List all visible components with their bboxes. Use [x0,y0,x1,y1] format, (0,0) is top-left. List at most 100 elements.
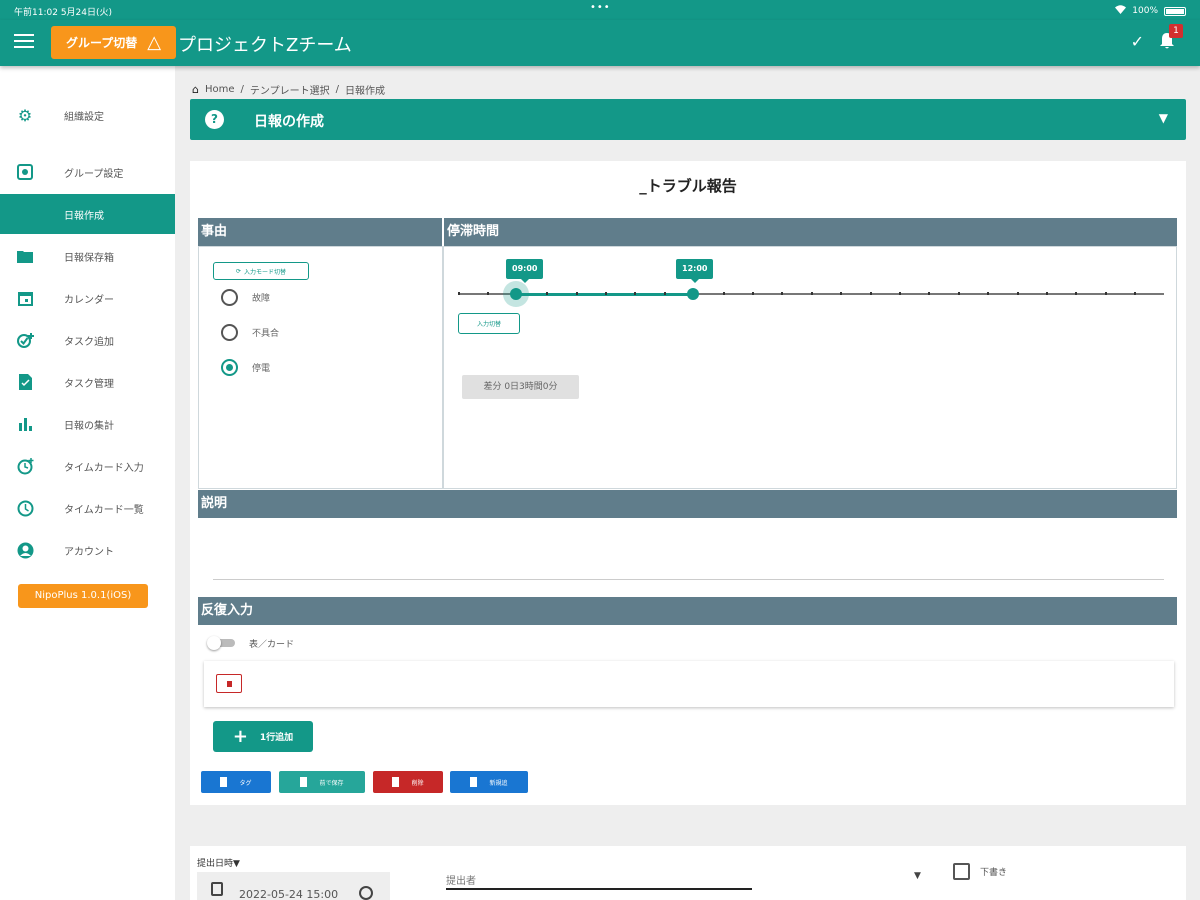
slider-tick [928,292,931,295]
save-button[interactable]: 前で保存 [279,771,365,793]
section-title: 日報の作成 [254,114,324,130]
new-button-label: 新規追 [489,779,508,787]
sidebar-item-label: 日報作成 [64,210,104,222]
slider-tick [810,292,813,295]
sidebar-item-calendar[interactable]: カレンダー [0,278,175,318]
sidebar-item-label: タイムカード一覧 [64,504,144,516]
submit-date-value: 2022-05-24 15:00 [239,888,339,900]
add-row-button[interactable]: + 1行追加 [213,721,313,752]
tag-button[interactable]: タグ [201,771,271,793]
submitter-select-underline [446,888,752,890]
input-mode-switch-label: 入力モード切替 [244,268,287,276]
sidebar-item-account[interactable]: アカウント [0,530,175,570]
multitask-dots-icon[interactable]: ••• [590,2,611,13]
submit-date-label[interactable]: 提出日時▼ [197,856,240,869]
slider-tick [840,292,843,295]
reason-header: 事由 [198,218,442,246]
slider-tick [663,292,666,295]
radio-label: 故障 [252,294,271,304]
bar-chart-icon [16,415,34,433]
dropdown-arrow-icon[interactable]: ▼ [914,871,921,881]
description-header: 説明 [198,490,1177,518]
clock-plus-icon [16,457,34,475]
sidebar-item-label: 組織設定 [64,111,104,123]
sidebar-item-label: タイムカード入力 [64,462,144,474]
calendar-icon [211,882,223,896]
delete-button[interactable]: 削除 [373,771,443,793]
breadcrumb-separator: / [240,84,244,95]
sidebar-item-report-storage[interactable]: 日報保存箱 [0,236,175,276]
draft-label: 下書き [980,868,1008,878]
sidebar: ⚙ 組織設定 グループ設定 日報作成 日報保存箱 カレンダー タスク追加 タスク… [0,66,175,900]
calendar-icon [16,289,34,307]
breadcrumb-current: 日報作成 [344,86,385,97]
sidebar-item-timecard-input[interactable]: タイムカード入力 [0,446,175,486]
clock-icon[interactable] [359,886,373,900]
clock-icon [16,499,34,517]
section-header[interactable]: ? 日報の作成 ▼ [190,99,1186,140]
sidebar-item-report-stats[interactable]: 日報の集計 [0,404,175,444]
radio-label: 不具合 [252,329,280,339]
delete-button-label: 削除 [411,779,424,787]
sidebar-item-org-settings[interactable]: ⚙ 組織設定 [0,95,175,135]
menu-icon[interactable] [14,34,34,50]
slider-tick [575,292,578,295]
repeat-row-card [204,661,1174,707]
check-icon[interactable]: ✓ [1131,32,1144,51]
notification-badge: 1 [1169,24,1183,38]
reason-radio-malfunction[interactable]: 不具合 [221,324,279,341]
chevron-down-icon[interactable]: ▼ [1159,111,1168,125]
app-title: プロジェクトZチーム [178,35,352,56]
document-icon [392,777,400,787]
folder-icon [16,247,34,265]
radio-circle [221,359,238,376]
submit-date-field[interactable]: 2022-05-24 15:00 [197,872,390,900]
status-time-date: 午前11:02 5月24日(火) [14,5,112,18]
delete-row-button[interactable] [216,674,242,693]
slider-tick [546,292,549,295]
slider-start-thumb[interactable] [510,288,522,300]
task-add-icon [16,331,34,349]
reason-radio-power-outage[interactable]: 停電 [221,359,270,376]
breadcrumb-template[interactable]: テンプレート選択 [250,82,330,97]
description-input[interactable] [213,530,1164,578]
table-card-toggle[interactable] [207,636,237,650]
document-icon [220,777,228,787]
gear-icon: ⚙ [17,105,33,125]
submitter-select-label[interactable]: 提出者 [446,872,476,887]
slider-end-thumb[interactable] [687,288,699,300]
sidebar-item-task-manage[interactable]: タスク管理 [0,362,175,402]
group-switch-button[interactable]: グループ切替 △ [51,26,176,59]
slider-tick [752,292,754,295]
input-mode-switch-button[interactable]: ⟳ 入力モード切替 [213,262,309,280]
sidebar-item-label: アカウント [64,546,114,558]
sidebar-item-group-settings[interactable]: グループ設定 [0,152,175,192]
slider-tick [869,292,872,295]
sidebar-item-label: カレンダー [64,294,114,306]
add-row-label: 1行追加 [259,733,294,743]
app-bar: グループ切替 △ プロジェクトZチーム ✓ 1 [0,20,1200,66]
status-time: 午前11:02 [14,8,58,18]
draft-checkbox[interactable] [953,863,970,880]
slider-tick [781,292,784,295]
breadcrumb-separator: / [335,84,339,95]
slider-tick [1134,292,1137,295]
radio-label: 停電 [252,364,271,374]
reason-radio-breakdown[interactable]: 故障 [221,289,270,306]
new-button[interactable]: 新規追 [450,771,528,793]
input-switch-button[interactable]: 入力切替 [458,313,520,334]
breadcrumb-home[interactable]: Home [205,84,235,95]
warning-icon: △ [147,31,162,53]
table-card-toggle-label: 表／カード [249,640,295,650]
help-icon[interactable]: ? [205,110,224,129]
slider-tick [1104,292,1107,295]
sidebar-item-label: 日報の集計 [64,420,114,432]
sidebar-item-task-add[interactable]: タスク追加 [0,320,175,360]
sidebar-item-create-report[interactable]: 日報作成 [0,194,175,234]
save-button-label: 前で保存 [319,779,344,787]
status-bar: 午前11:02 5月24日(火) ••• 100% [0,0,1200,20]
input-switch-label: 入力切替 [476,321,501,328]
sidebar-item-timecard-list[interactable]: タイムカード一覧 [0,488,175,528]
trash-icon [227,681,232,687]
notification-button[interactable]: 1 [1158,24,1183,52]
